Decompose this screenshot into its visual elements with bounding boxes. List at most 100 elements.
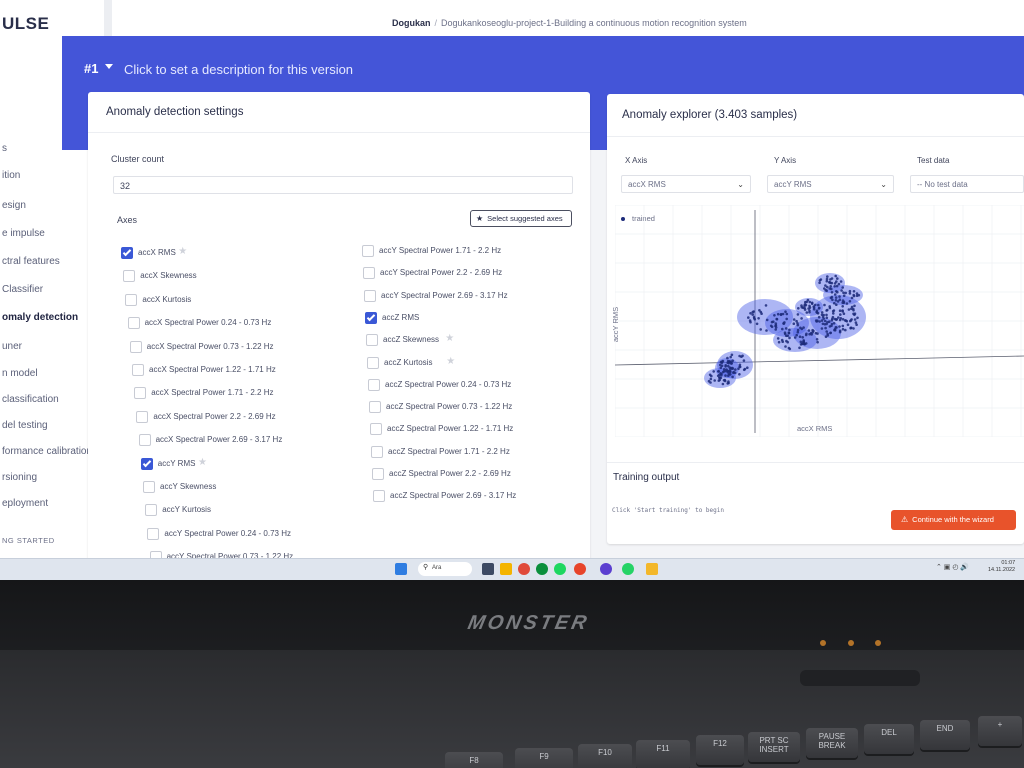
chrome-icon[interactable] [518, 563, 530, 575]
whatsapp-icon[interactable] [622, 563, 634, 575]
version-number[interactable]: #1 [84, 61, 98, 76]
checkbox[interactable] [365, 311, 377, 324]
checkbox[interactable] [373, 490, 385, 503]
breadcrumb-project[interactable]: Dogukankoseoglu-project-1-Building a con… [441, 18, 747, 28]
explorer-divider [607, 136, 1024, 137]
app-icon[interactable] [574, 563, 586, 575]
checkbox[interactable] [145, 504, 158, 517]
checkbox[interactable] [136, 410, 149, 423]
sample-point [817, 303, 820, 307]
spotify-icon[interactable] [554, 563, 566, 575]
x-axis-select[interactable]: accX RMS ⌄ [621, 175, 751, 193]
sidebar-item[interactable]: formance calibration [2, 446, 92, 457]
axis-checkbox-label: accZ RMS [382, 312, 420, 322]
sample-point [838, 325, 841, 328]
sidebar-item[interactable]: del testing [2, 420, 48, 431]
sample-point [824, 335, 828, 338]
version-dropdown-caret-icon[interactable] [105, 64, 113, 69]
checkbox[interactable] [372, 468, 384, 480]
checkbox[interactable] [369, 401, 381, 414]
checkbox[interactable] [132, 364, 144, 376]
version-description[interactable]: Click to set a description for this vers… [124, 62, 353, 77]
checkbox[interactable] [121, 247, 133, 259]
y-axis-select-value: accY RMS [774, 180, 812, 189]
sample-point [854, 321, 858, 324]
checkbox[interactable] [368, 378, 380, 391]
sidebar-item[interactable]: omaly detection [2, 312, 78, 323]
browser-icon[interactable] [536, 563, 548, 575]
checkbox[interactable] [371, 445, 383, 458]
checkbox[interactable] [363, 267, 375, 280]
sample-point [757, 317, 760, 320]
sample-point [820, 313, 824, 317]
sidebar-item[interactable]: eployment [2, 498, 48, 509]
select-suggested-axes-button[interactable]: ★ Select suggested axes [470, 210, 572, 227]
sidebar-item[interactable]: Classifier [2, 284, 43, 295]
cluster-count-input[interactable]: 32 [113, 176, 573, 194]
sample-point [815, 338, 819, 341]
sample-point [833, 293, 837, 296]
checkbox[interactable] [123, 270, 136, 283]
notes-icon[interactable] [646, 563, 658, 575]
checkbox[interactable] [362, 245, 374, 257]
sample-point [818, 279, 822, 282]
sample-point [784, 327, 788, 330]
sidebar-item[interactable]: rsioning [2, 472, 37, 483]
checkmark-icon [142, 458, 152, 467]
sidebar-item[interactable]: n model [2, 368, 38, 379]
task-view-icon[interactable] [482, 563, 494, 575]
sample-point [839, 313, 842, 316]
axis-checkbox-label: accY Spectral Power 1.71 - 2.2 Hz [379, 246, 502, 255]
laptop-brand-logo: MONSTER [465, 612, 592, 634]
sample-point [809, 331, 813, 335]
checkbox[interactable] [134, 387, 147, 400]
test-data-select[interactable]: -- No test data [910, 175, 1024, 193]
cluster-region [773, 328, 817, 352]
discord-icon[interactable] [600, 563, 612, 575]
sample-point [853, 312, 857, 315]
windows-start-icon[interactable] [395, 563, 407, 575]
checkbox[interactable] [367, 356, 379, 369]
sample-point [818, 281, 821, 285]
sample-point [826, 275, 829, 278]
checkbox[interactable] [127, 317, 140, 330]
laptop-hinge [800, 670, 920, 686]
axis-checkbox-label: accX Spectral Power 2.69 - 3.17 Hz [155, 435, 283, 445]
axes-label: Axes [117, 215, 138, 225]
y-axis-select[interactable]: accY RMS ⌄ [767, 175, 894, 193]
checkbox[interactable] [147, 527, 160, 540]
sample-point [710, 374, 713, 378]
sample-point [835, 280, 838, 283]
sample-point [848, 289, 852, 293]
file-explorer-icon[interactable] [500, 563, 512, 575]
continue-wizard-label: Continue with the wizard [912, 515, 994, 524]
taskbar-clock[interactable]: 01:07 14.11.2022 [988, 560, 1015, 574]
sample-point [853, 304, 856, 308]
sidebar-item[interactable]: esign [2, 200, 26, 211]
sample-point [729, 362, 733, 365]
scatter-plot-svg[interactable] [615, 205, 1024, 437]
checkbox[interactable] [370, 423, 382, 436]
checkbox[interactable] [143, 481, 155, 493]
checkbox[interactable] [138, 434, 151, 447]
system-tray[interactable]: ⌃ ▣ ◴ 🔊 [936, 563, 969, 571]
sidebar-item[interactable]: classification [2, 394, 59, 405]
sidebar-item[interactable]: s [2, 143, 7, 154]
sample-point [729, 370, 732, 373]
sample-point [823, 303, 826, 307]
checkbox[interactable] [364, 289, 376, 302]
sample-point [746, 366, 749, 369]
checkbox[interactable] [129, 340, 142, 353]
anomaly-scatter-plot[interactable] [615, 205, 1024, 437]
breadcrumb-user[interactable]: Dogukan [392, 18, 431, 28]
sidebar-item[interactable]: uner [2, 341, 22, 352]
checkbox[interactable] [140, 457, 153, 470]
continue-wizard-button[interactable]: ⚠ Continue with the wizard [891, 510, 1016, 530]
sidebar-item[interactable]: ctral features [2, 256, 60, 267]
sample-point [724, 364, 727, 367]
sidebar-item[interactable]: e impulse [2, 228, 45, 239]
training-output-log: Click 'Start training' to begin [612, 507, 724, 514]
sidebar-item[interactable]: ition [2, 170, 20, 181]
checkbox[interactable] [366, 334, 378, 347]
checkbox[interactable] [125, 293, 138, 306]
